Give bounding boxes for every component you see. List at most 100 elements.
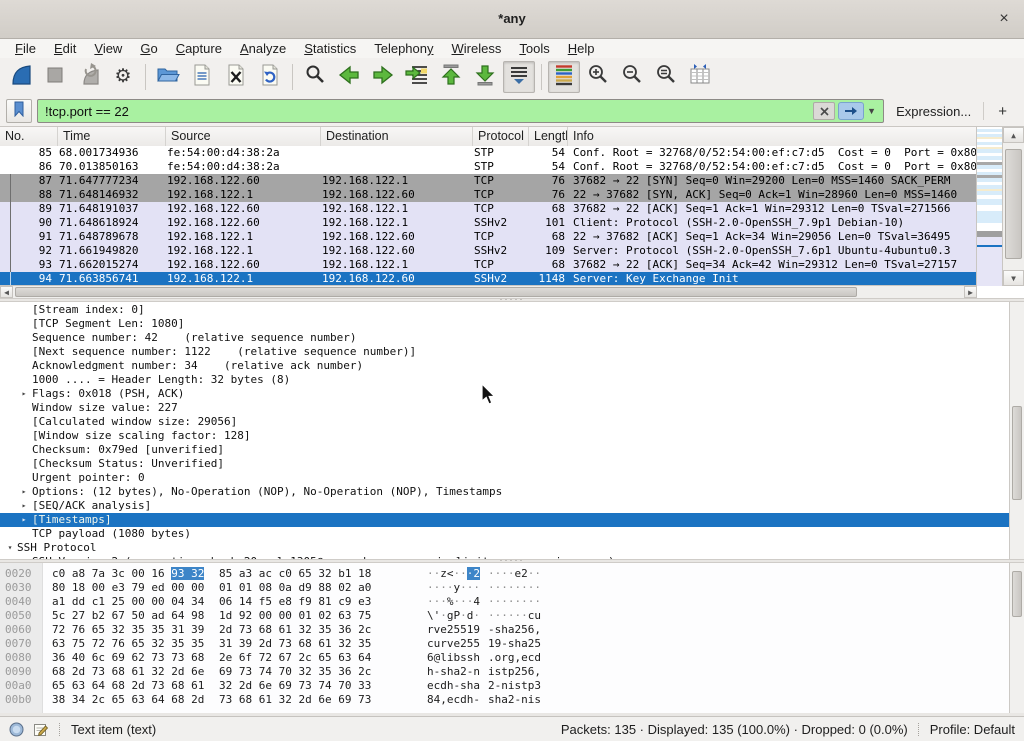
restart-capture-button[interactable] [73, 61, 105, 93]
hex-row[interactable]: 0020c0 a8 7a 3c 00 16 93 32 85 a3 ac c0 … [0, 567, 1010, 581]
packet-list-vertical-scrollbar[interactable]: ▲ ▼ [1002, 127, 1024, 286]
detail-line[interactable]: TCP payload (1080 bytes) [0, 527, 1010, 541]
details-vertical-scrollbar[interactable] [1009, 302, 1024, 559]
filter-bookmark-button[interactable] [6, 99, 32, 123]
go-forward-button[interactable] [367, 61, 399, 93]
detail-line[interactable]: [Calculated window size: 29056] [0, 415, 1010, 429]
detail-line[interactable]: Acknowledgment number: 34 (relative ack … [0, 359, 1010, 373]
resize-columns-button[interactable] [684, 61, 716, 93]
detail-line[interactable]: [Stream index: 0] [0, 303, 1010, 317]
column-header-destination[interactable]: Destination [321, 127, 473, 146]
clear-filter-button[interactable] [813, 102, 835, 120]
detail-line[interactable]: ▸[SEQ/ACK analysis] [0, 499, 1010, 513]
detail-line[interactable]: ▸Flags: 0x018 (PSH, ACK) [0, 387, 1010, 401]
scroll-up-arrow[interactable]: ▲ [1003, 127, 1024, 143]
expand-arrow-icon[interactable]: ▸ [19, 485, 29, 499]
hex-row[interactable]: 00b038 34 2c 65 63 64 68 2d 73 68 61 32 … [0, 693, 1010, 707]
column-header-info[interactable]: Info [568, 127, 977, 146]
intelligent-scrollbar-minimap[interactable] [976, 127, 1003, 286]
scroll-left-arrow[interactable]: ◀ [0, 286, 13, 298]
menu-wireless[interactable]: Wireless [443, 39, 511, 58]
detail-line[interactable]: Sequence number: 42 (relative sequence n… [0, 331, 1010, 345]
hex-row[interactable]: 003080 18 00 e3 79 ed 00 00 01 01 08 0a … [0, 581, 1010, 595]
display-filter-input[interactable]: !tcp.port == 22 ▼ [37, 99, 884, 123]
detail-line[interactable]: [Next sequence number: 1122 (relative se… [0, 345, 1010, 359]
hex-row[interactable]: 00a065 63 64 68 2d 73 68 61 32 2d 6e 69 … [0, 679, 1010, 693]
packet-list-horizontal-scrollbar[interactable]: ◀ ▶ [0, 285, 977, 298]
detail-line[interactable]: Window size value: 227 [0, 401, 1010, 415]
hex-row[interactable]: 00505c 27 b2 67 50 ad 64 98 1d 92 00 00 … [0, 609, 1010, 623]
detail-line[interactable]: ▸[Timestamps] [0, 513, 1010, 527]
title-bar[interactable]: *any × [0, 0, 1024, 39]
expand-arrow-icon[interactable]: ▸ [19, 499, 29, 513]
zoom-in-button[interactable] [582, 61, 614, 93]
go-to-packet-button[interactable] [401, 61, 433, 93]
open-file-button[interactable] [152, 61, 184, 93]
stop-capture-button[interactable] [39, 61, 71, 93]
zoom-reset-button[interactable] [650, 61, 682, 93]
menu-file[interactable]: File [6, 39, 45, 58]
filter-dropdown-caret[interactable]: ▼ [867, 106, 876, 116]
add-filter-button[interactable]: + [989, 103, 1018, 120]
menu-edit[interactable]: Edit [45, 39, 85, 58]
packet-row-92[interactable]: 9271.661949820192.168.122.1192.168.122.6… [0, 244, 977, 258]
detail-line[interactable]: ▾SSH Protocol [0, 541, 1010, 555]
expert-info-button[interactable] [9, 722, 24, 737]
menu-capture[interactable]: Capture [167, 39, 231, 58]
expand-arrow-icon[interactable]: ▾ [5, 541, 15, 555]
packet-row-94[interactable]: 9471.663856741192.168.122.1192.168.122.6… [0, 272, 977, 286]
menu-go[interactable]: Go [131, 39, 166, 58]
column-header-protocol[interactable]: Protocol [473, 127, 529, 146]
colorize-toggle[interactable] [548, 61, 580, 93]
hex-row[interactable]: 008036 40 6c 69 62 73 73 68 2e 6f 72 67 … [0, 651, 1010, 665]
go-to-last-packet-button[interactable] [469, 61, 501, 93]
menu-telephony[interactable]: Telephony [365, 39, 442, 58]
find-packet-button[interactable] [299, 61, 331, 93]
expand-arrow-icon[interactable]: ▸ [19, 513, 29, 527]
go-back-button[interactable] [333, 61, 365, 93]
bytes-vertical-scrollbar[interactable] [1009, 563, 1024, 713]
packet-row-91[interactable]: 9171.648789678192.168.122.1192.168.122.6… [0, 230, 977, 244]
packet-row-93[interactable]: 9371.662015274192.168.122.60192.168.122.… [0, 258, 977, 272]
expression-button[interactable]: Expression... [889, 104, 978, 119]
hex-row[interactable]: 006072 76 65 32 35 35 31 39 2d 73 68 61 … [0, 623, 1010, 637]
column-header-source[interactable]: Source [166, 127, 321, 146]
zoom-out-button[interactable] [616, 61, 648, 93]
menu-view[interactable]: View [85, 39, 131, 58]
go-to-first-packet-button[interactable] [435, 61, 467, 93]
reload-file-button[interactable] [254, 61, 286, 93]
capture-options-button[interactable]: ⚙ [107, 61, 139, 93]
packet-row-88[interactable]: 8871.648146932192.168.122.1192.168.122.6… [0, 188, 977, 202]
column-header-length[interactable]: Length [529, 127, 568, 146]
expand-arrow-icon[interactable]: ▸ [19, 387, 29, 401]
scrollbar-thumb[interactable] [1012, 571, 1022, 617]
detail-line[interactable]: 1000 .... = Header Length: 32 bytes (8) [0, 373, 1010, 387]
save-file-button[interactable] [186, 61, 218, 93]
column-header-no[interactable]: No. [0, 127, 58, 146]
menu-statistics[interactable]: Statistics [295, 39, 365, 58]
packet-row-89[interactable]: 8971.648191037192.168.122.60192.168.122.… [0, 202, 977, 216]
apply-filter-button[interactable] [838, 102, 864, 120]
scrollbar-thumb[interactable] [1005, 149, 1022, 259]
profile-selector[interactable]: Profile: Default [930, 722, 1015, 737]
menu-analyze[interactable]: Analyze [231, 39, 295, 58]
detail-line[interactable]: [TCP Segment Len: 1080] [0, 317, 1010, 331]
menu-help[interactable]: Help [559, 39, 604, 58]
menu-tools[interactable]: Tools [510, 39, 558, 58]
start-capture-button[interactable] [5, 61, 37, 93]
hex-row[interactable]: 007063 75 72 76 65 32 35 35 31 39 2d 73 … [0, 637, 1010, 651]
scroll-right-arrow[interactable]: ▶ [964, 286, 977, 298]
scrollbar-thumb[interactable] [15, 287, 857, 297]
capture-comment-button[interactable] [33, 722, 49, 737]
detail-line[interactable]: ▸Options: (12 bytes), No-Operation (NOP)… [0, 485, 1010, 499]
detail-line[interactable]: [Window size scaling factor: 128] [0, 429, 1010, 443]
auto-scroll-toggle[interactable] [503, 61, 535, 93]
packet-row-85[interactable]: 8568.001734936fe:54:00:d4:38:2aSTP54Conf… [0, 146, 977, 160]
column-header-time[interactable]: Time [58, 127, 166, 146]
detail-line[interactable]: [Checksum Status: Unverified] [0, 457, 1010, 471]
packet-row-87[interactable]: 8771.647777234192.168.122.60192.168.122.… [0, 174, 977, 188]
close-window-button[interactable]: × [994, 9, 1014, 29]
hex-row[interactable]: 009068 2d 73 68 61 32 2d 6e 69 73 74 70 … [0, 665, 1010, 679]
detail-line[interactable]: Urgent pointer: 0 [0, 471, 1010, 485]
detail-line[interactable]: Checksum: 0x79ed [unverified] [0, 443, 1010, 457]
